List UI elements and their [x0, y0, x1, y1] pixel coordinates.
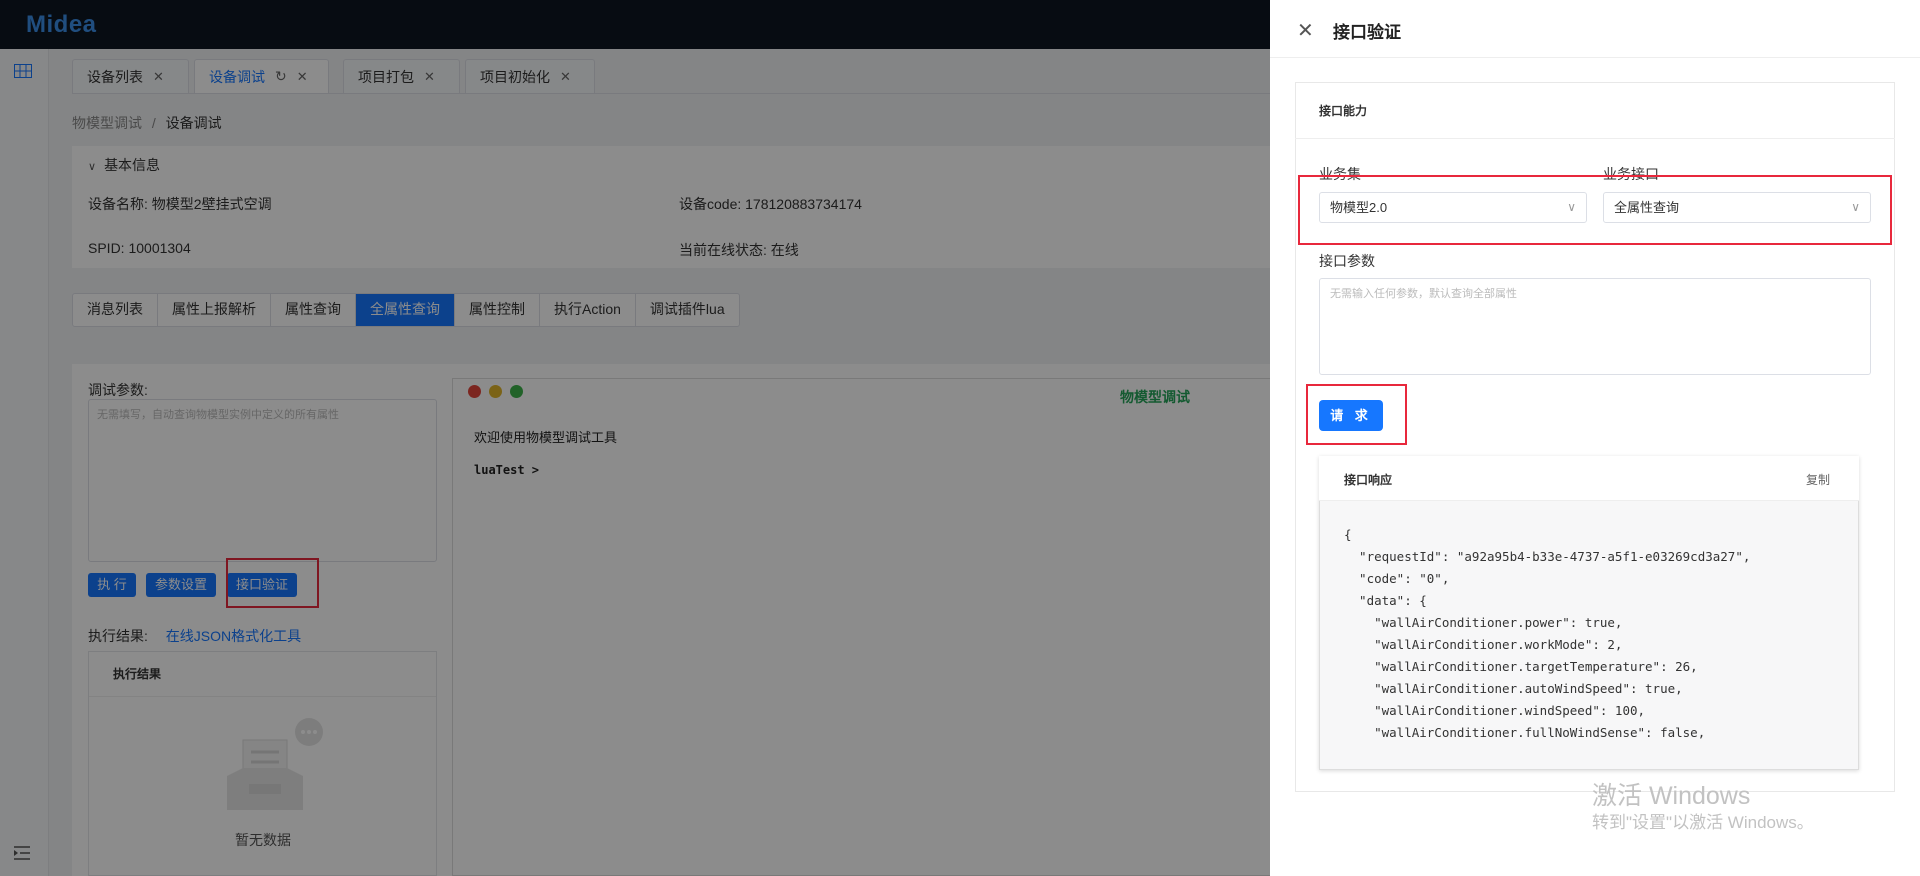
windows-watermark-title: 激活 Windows [1592, 782, 1751, 810]
modal-overlay[interactable] [0, 0, 1270, 876]
drawer-title: 接口验证 [1333, 23, 1401, 42]
highlight-box [1306, 384, 1407, 445]
response-json: { "requestId": "a92a95b4-b33e-4737-a5f1-… [1344, 527, 1751, 740]
response-title: 接口响应 [1344, 473, 1393, 487]
capability-header [1295, 82, 1895, 139]
windows-watermark-subtitle: 转到"设置"以激活 Windows。 [1592, 813, 1814, 832]
capability-title: 接口能力 [1319, 104, 1368, 118]
close-icon[interactable]: ✕ [1297, 18, 1314, 43]
highlight-box [1298, 175, 1892, 245]
api-params-input[interactable]: 无需输入任何参数，默认查询全部属性 [1319, 278, 1871, 375]
api-params-label: 接口参数 [1319, 253, 1375, 269]
copy-button[interactable]: 复制 [1806, 471, 1830, 488]
response-header [1319, 456, 1859, 501]
